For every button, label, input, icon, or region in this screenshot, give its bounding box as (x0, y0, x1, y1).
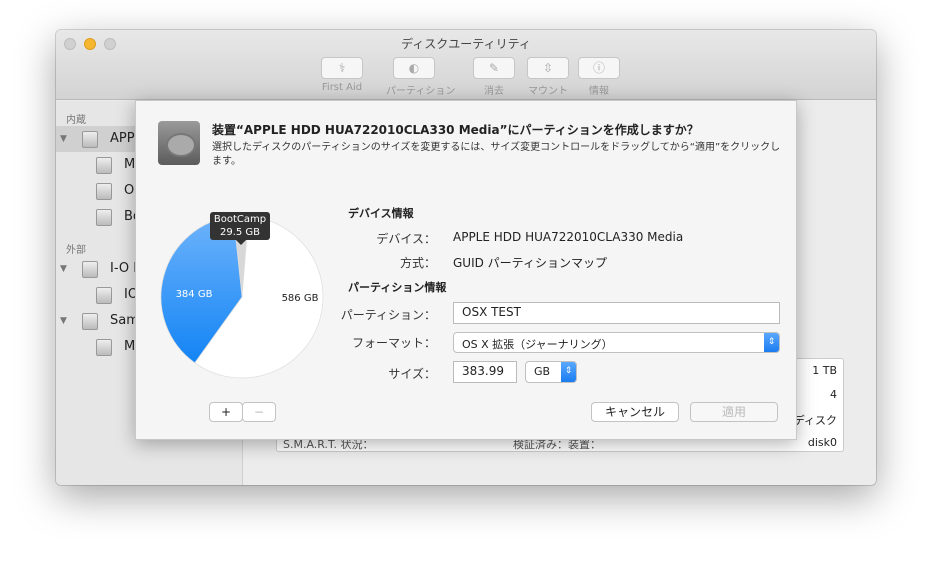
stethoscope-icon: ⚕ (321, 57, 363, 79)
apply-button[interactable]: 適用 (690, 402, 778, 422)
toolbar-label: 消去 (484, 86, 504, 97)
scheme-label: 方式： (399, 256, 436, 270)
volume-icon (96, 157, 112, 174)
stepper-arrows-icon: ⇕ (764, 333, 779, 352)
info-value: ディスク (793, 414, 837, 427)
size-input[interactable]: 383.99 (453, 361, 517, 383)
section-external: 外部 (66, 245, 86, 256)
toolbar-label: First Aid (321, 82, 363, 93)
toolbar-stethoscope-button[interactable]: ⚕ First Aid (314, 57, 370, 93)
titlebar: ディスクユーティリティ ⚕ First Aid ◐ パーティション ✎ 消去 ⇳ マウント ⓘ 情… (56, 30, 876, 100)
toolbar-label: 情報 (589, 86, 609, 97)
partition-icon: ◐ (393, 57, 435, 79)
hdd-icon (82, 131, 98, 148)
stepper-arrows-icon: ⇕ (561, 362, 576, 382)
unit-value: GB (534, 365, 551, 378)
device-label: デバイス： (376, 232, 436, 246)
remove-partition-button[interactable]: − (242, 402, 276, 422)
add-partition-button[interactable]: + (209, 402, 243, 422)
mount-icon: ⇳ (527, 57, 569, 79)
partition-name-input[interactable]: OSX TEST (453, 302, 780, 324)
info-value: 1 TB (812, 364, 837, 377)
toolbar-erase-button[interactable]: ✎ 消去 (466, 57, 522, 97)
info-value: disk0 (807, 436, 837, 449)
item-label: O (124, 183, 135, 198)
tooltip-name: BootCamp (213, 214, 267, 225)
partition-info-heading: パーティション情報 (348, 281, 447, 294)
tooltip-value: 29.5 GB (219, 227, 261, 238)
scheme-value: GUID パーティションマップ (453, 256, 607, 270)
bootcamp-tooltip: BootCamp 29.5 GB (210, 212, 270, 245)
pie-slice-label: 384 GB (176, 289, 213, 300)
item-label: M (124, 339, 136, 354)
disclosure-triangle-icon[interactable]: ▼ (60, 126, 67, 152)
volume-icon (96, 209, 112, 226)
hdd-icon (158, 121, 200, 165)
volume-icon (96, 339, 112, 356)
window-title: ディスクユーティリティ (401, 37, 531, 51)
disclosure-triangle-icon[interactable]: ▼ (60, 256, 67, 282)
external-disk-icon (82, 261, 98, 278)
cancel-button[interactable]: キャンセル (591, 402, 679, 422)
device-info-heading: デバイス情報 (348, 207, 414, 220)
section-internal: 内蔵 (66, 115, 86, 126)
volume-icon (96, 183, 112, 200)
pie-slice-label: 586 GB (282, 293, 319, 304)
sheet-description: 選択したディスクのパーティションのサイズを変更するには、サイズ変更コントロールを… (212, 142, 781, 167)
sheet-title: 装置“APPLE HDD HUA722010CLA330 Media”にパーティ… (212, 123, 699, 137)
partition-sheet: 装置“APPLE HDD HUA722010CLA330 Media”にパーティ… (135, 100, 797, 440)
toolbar-partition-button[interactable]: ◐ パーティション (386, 57, 456, 97)
partition-name-label: パーティション： (340, 308, 436, 322)
toolbar-info-button[interactable]: ⓘ 情報 (571, 57, 627, 97)
format-value: OS X 拡張（ジャーナリング） (462, 338, 613, 351)
device-value: APPLE HDD HUA722010CLA330 Media (453, 230, 684, 244)
size-unit-select[interactable]: GB ⇕ (525, 361, 577, 383)
erase-icon: ✎ (473, 57, 515, 79)
toolbar-label: マウント (528, 86, 568, 97)
disclosure-triangle-icon[interactable]: ▼ (60, 308, 67, 334)
info-icon: ⓘ (578, 57, 620, 79)
toolbar-label: パーティション (386, 86, 456, 97)
info-value: 4 (830, 388, 837, 401)
toolbar-mount-button[interactable]: ⇳ マウント (520, 57, 576, 97)
format-label: フォーマット： (351, 336, 436, 350)
item-label: M (124, 157, 136, 172)
external-disk-icon (82, 313, 98, 330)
volume-icon (96, 287, 112, 304)
size-label: サイズ： (388, 367, 436, 381)
format-select[interactable]: OS X 拡張（ジャーナリング） ⇕ (453, 332, 780, 353)
